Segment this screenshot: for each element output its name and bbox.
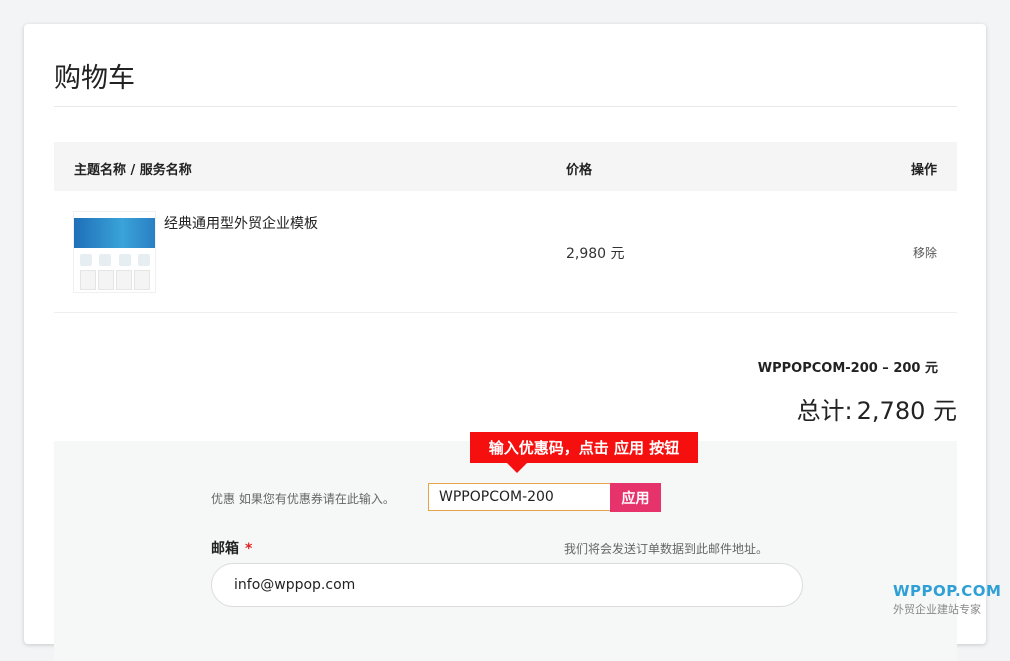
column-header-name: 主题名称 / 服务名称 — [74, 163, 192, 178]
coupon-callout: 输入优惠码，点击 应用 按钮 — [470, 432, 698, 463]
remove-link[interactable]: 移除 — [913, 244, 937, 261]
order-total: 总计: 2,780 元 — [797, 391, 957, 426]
thumbnail-banner — [74, 218, 155, 248]
email-hint: 我们将会发送订单数据到此邮件地址。 — [564, 542, 769, 556]
column-header-price: 价格 — [566, 163, 593, 178]
table-header: 主题名称 / 服务名称 价格 操作 — [54, 142, 957, 191]
template-thumbnail[interactable] — [73, 211, 156, 293]
checkout-form-panel: 优惠 如果您有优惠券请在此输入。 应用 邮箱 * 我们将会发送订单数据到此邮件地址… — [54, 441, 957, 661]
thumbnail-features — [80, 254, 150, 266]
title-divider — [54, 106, 957, 107]
email-label: 邮箱 * — [211, 538, 252, 558]
total-label: 总计: — [796, 397, 853, 425]
coupon-input[interactable] — [428, 483, 612, 511]
email-input[interactable] — [211, 563, 803, 607]
column-header-action: 操作 — [910, 163, 937, 178]
apply-coupon-button[interactable]: 应用 — [610, 483, 661, 512]
required-mark: * — [245, 541, 253, 557]
email-label-text: 邮箱 — [211, 541, 239, 557]
watermark-tagline: 外贸企业建站专家 — [893, 603, 981, 616]
total-value: 2,780 元 — [856, 397, 957, 425]
coupon-label: 优惠 如果您有优惠券请在此输入。 — [211, 492, 395, 506]
watermark: WPPOP.COM 外贸企业建站专家 — [893, 582, 1001, 617]
cart-card: 购物车 主题名称 / 服务名称 价格 操作 经典通用型外贸企业模板 2,980 … — [24, 24, 986, 661]
page-title: 购物车 — [54, 63, 135, 94]
item-price: 2,980 元 — [566, 246, 625, 262]
thumbnail-products — [80, 270, 150, 290]
table-row: 经典通用型外贸企业模板 2,980 元 移除 — [54, 191, 957, 313]
item-title[interactable]: 经典通用型外贸企业模板 — [164, 213, 318, 233]
applied-coupon-line: WPPOPCOM-200 – 200 元 — [757, 361, 938, 376]
watermark-brand: WPPOP.COM — [893, 582, 1002, 600]
callout-arrow — [507, 463, 527, 473]
cart-table: 主题名称 / 服务名称 价格 操作 经典通用型外贸企业模板 2,980 元 移除 — [54, 142, 957, 313]
